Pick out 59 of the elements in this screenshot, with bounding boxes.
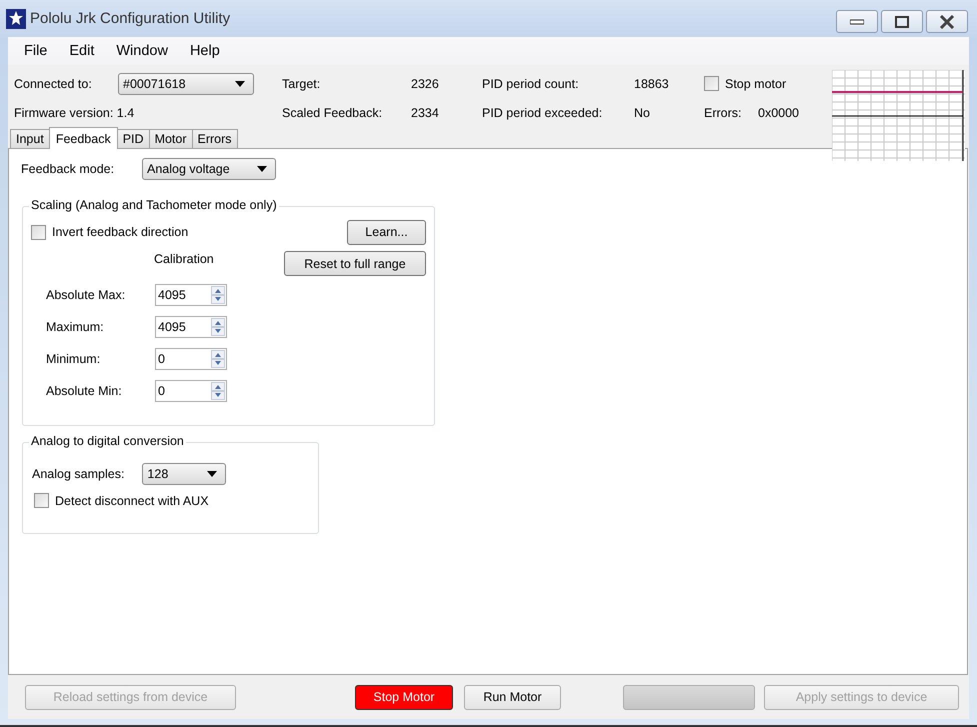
number-spinner[interactable]: 0 — [155, 348, 227, 370]
spinner-arrows-icon[interactable] — [211, 318, 225, 336]
menu-item[interactable]: Edit — [61, 43, 102, 59]
device-dropdown[interactable]: #00071618 — [118, 72, 254, 94]
errors-value: 0x0000 — [758, 106, 800, 120]
app-logo-icon — [6, 8, 26, 28]
stat-label: PID period exceeded: — [482, 106, 604, 120]
close-button[interactable] — [926, 10, 968, 33]
invert-checkbox[interactable]: Invert feedback direction — [31, 224, 188, 240]
caret-icon — [207, 471, 218, 477]
number-spinner[interactable]: 4095 — [155, 316, 227, 338]
feedback-mode-label: Feedback mode: — [21, 162, 116, 176]
number-spinner[interactable]: 4095 — [155, 284, 227, 306]
number-spinner[interactable]: 0 — [155, 380, 227, 402]
tab[interactable]: PID — [116, 129, 150, 148]
tab[interactable]: Motor — [148, 129, 193, 148]
action-button[interactable]: Run Motor — [464, 684, 561, 710]
tab[interactable]: Input — [10, 129, 50, 148]
calibration-label: Minimum: — [46, 352, 102, 366]
menu-item[interactable]: Window — [108, 43, 176, 59]
reset-button[interactable]: Reset to full range — [284, 251, 426, 276]
tab[interactable]: Errors — [192, 129, 238, 148]
stat-value: 2326 — [411, 76, 440, 90]
spinner-arrows-icon[interactable] — [211, 382, 225, 400]
maximize-icon — [895, 16, 909, 28]
stat-label: Target: — [282, 76, 322, 90]
connected-label: Connected to: — [14, 76, 93, 90]
analog-samples-dropdown[interactable]: 128 — [142, 463, 226, 485]
spinner-arrows-icon[interactable] — [211, 286, 225, 304]
caret-icon — [257, 166, 267, 172]
calibration-heading: Calibration — [154, 252, 214, 268]
spinner-arrows-icon[interactable] — [211, 350, 225, 368]
feedback-mode-dropdown[interactable]: Analog voltage — [142, 158, 276, 180]
detect-disconnect-checkbox[interactable]: Detect disconnect with AUX — [34, 493, 209, 508]
calibration-label: Maximum: — [46, 320, 105, 334]
errors-label: Errors: — [704, 106, 742, 120]
caret-icon — [235, 80, 245, 86]
stat-value: 2334 — [411, 106, 440, 120]
stat-value: No — [634, 106, 651, 120]
analog-samples-label: Analog samples: — [32, 467, 124, 481]
learn-button[interactable]: Learn... — [347, 220, 426, 244]
calibration-label: Absolute Min: — [46, 384, 123, 398]
stat-label: Scaled Feedback: — [282, 106, 384, 120]
close-icon — [939, 14, 955, 28]
minimize-button[interactable] — [836, 10, 878, 33]
stop-motor-button[interactable]: Stop Motor — [355, 684, 453, 710]
maximize-button[interactable] — [881, 10, 923, 33]
group-title: Scaling (Analog and Tachometer mode only) — [29, 198, 279, 212]
minimize-icon — [850, 18, 864, 24]
menu-item[interactable]: Help — [182, 43, 228, 59]
stat-value: 18863 — [634, 76, 670, 90]
firmware-version: Firmware version: 1.4 — [14, 106, 136, 120]
calibration-label: Absolute Max: — [46, 288, 126, 302]
window-title: Pololu Jrk Configuration Utility — [30, 10, 230, 27]
group-title: Analog to digital conversion — [29, 434, 186, 448]
stop-motor-checkbox[interactable]: Stop motor — [704, 76, 786, 91]
menu-item[interactable]: File — [16, 43, 56, 59]
tab[interactable]: Feedback — [48, 127, 118, 149]
stat-label: PID period count: — [482, 76, 580, 90]
